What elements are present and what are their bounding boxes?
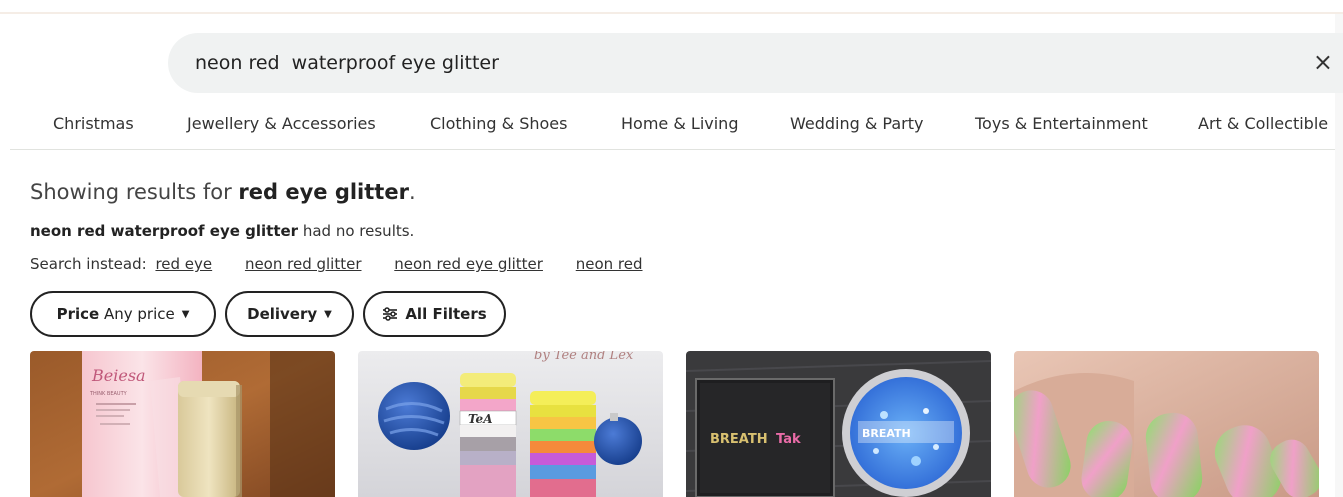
category-clothing[interactable]: Clothing & Shoes [430,114,567,133]
suggestion-link[interactable]: red eye [155,255,212,273]
product-brand-text: by Tee and Lex [534,351,634,363]
delivery-filter-button[interactable]: Delivery ▼ [225,291,354,337]
category-jewellery[interactable]: Jewellery & Accessories [187,114,376,133]
search-input[interactable] [195,52,1295,74]
all-filters-button[interactable]: All Filters [363,291,506,337]
product-card-4[interactable] [1014,351,1319,497]
suggestion-link[interactable]: neon red eye glitter [394,255,543,273]
product-subtitle-text: THINK BEAUTY [89,391,128,397]
category-home-living[interactable]: Home & Living [621,114,738,133]
category-nav: Christmas Jewellery & Accessories Clothi… [0,108,1343,150]
no-results-message: neon red waterproof eye glitter had no r… [30,222,414,240]
showing-results-heading: Showing results for red eye glitter. [30,180,416,204]
search-instead-row: Search instead: red eye neon red glitter… [30,255,643,273]
price-filter-value: Any price [103,305,175,323]
showing-term: red eye glitter [238,180,409,204]
suggestion-link[interactable]: neon red glitter [245,255,362,273]
category-art[interactable]: Art & Collectible [1198,114,1328,133]
cosmetic-box-photo: Beiesa THINK BEAUTY [30,351,335,497]
search-instead-label: Search instead: [30,255,147,273]
top-rule [0,12,1343,14]
all-filters-label: All Filters [405,305,487,323]
price-filter-button[interactable]: Price Any price ▼ [30,291,216,337]
search-bar[interactable]: × [168,33,1343,93]
category-wedding[interactable]: Wedding & Party [790,114,923,133]
caret-down-icon: ▼ [324,308,332,320]
sliders-icon [383,307,398,321]
no-results-term: neon red waterproof eye glitter [30,222,299,240]
glitter-palette-photo: BREATH Tak BREATH [686,351,991,497]
product-card-3[interactable]: BREATH Tak BREATH [686,351,991,497]
showing-suffix: . [408,180,416,204]
product-card-1[interactable]: Beiesa THINK BEAUTY [30,351,335,497]
no-results-suffix: had no results. [298,222,415,240]
glitter-stack-photo: by Tee and Lex TeA [358,351,663,497]
suggestion-link[interactable]: neon red [576,255,643,273]
price-filter-label: Price [56,305,100,323]
product-brand-text: BREATH [710,432,768,447]
neon-nails-photo [1014,351,1319,497]
category-toys[interactable]: Toys & Entertainment [975,114,1148,133]
category-christmas[interactable]: Christmas [53,114,134,133]
product-brand-text: Beiesa [91,366,146,385]
showing-prefix: Showing results for [30,180,239,204]
product-card-2[interactable]: by Tee and Lex TeA [358,351,663,497]
clear-search-icon[interactable]: × [1313,48,1333,76]
svg-text:BREATH: BREATH [862,427,911,440]
delivery-filter-label: Delivery [247,305,318,323]
svg-text:Tak: Tak [776,432,801,447]
nav-divider [10,149,1335,150]
caret-down-icon: ▼ [181,308,190,320]
svg-text:TeA: TeA [468,412,493,426]
